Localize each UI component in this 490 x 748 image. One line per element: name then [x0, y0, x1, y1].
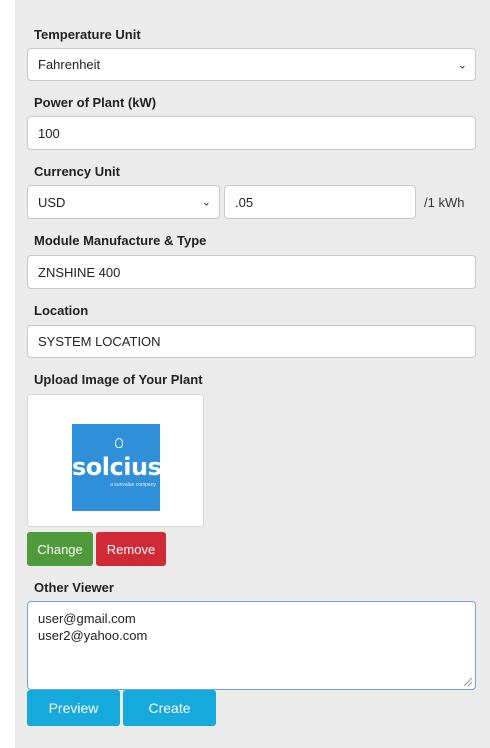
- currency-unit-label: Currency Unit: [34, 164, 120, 179]
- location-value: SYSTEM LOCATION: [38, 334, 161, 349]
- chevron-down-icon: ⌄: [201, 196, 211, 209]
- viewer-line: user@gmail.com: [38, 611, 136, 626]
- power-input[interactable]: 100: [27, 116, 476, 150]
- upload-label: Upload Image of Your Plant: [34, 372, 203, 387]
- temperature-unit-value: Fahrenheit: [38, 57, 101, 72]
- other-viewer-label: Other Viewer: [34, 580, 114, 595]
- module-input[interactable]: ZNSHINE 400: [27, 255, 476, 289]
- location-label: Location: [34, 303, 89, 318]
- preview-button[interactable]: Preview: [27, 690, 120, 726]
- resize-grip-icon[interactable]: [464, 678, 472, 686]
- currency-unit-value: USD: [38, 194, 66, 210]
- power-value: 100: [38, 125, 60, 141]
- remove-image-button[interactable]: Remove: [96, 532, 166, 566]
- temperature-unit-label: Temperature Unit: [34, 27, 141, 42]
- other-viewer-textarea[interactable]: user@gmail.com user2@yahoo.com: [27, 601, 476, 690]
- plant-logo-image: solcius a sunvalue company: [72, 424, 162, 511]
- location-input[interactable]: SYSTEM LOCATION: [27, 325, 476, 358]
- rate-suffix: /1 kWh: [424, 195, 465, 210]
- temperature-unit-select[interactable]: Fahrenheit ⌄: [27, 48, 476, 81]
- currency-unit-select[interactable]: USD ⌄: [27, 185, 220, 219]
- plant-image-preview: solcius a sunvalue company: [27, 394, 204, 527]
- power-label: Power of Plant (kW): [34, 95, 157, 110]
- logo-wordmark: solcius: [72, 453, 162, 481]
- bulb-icon: [115, 438, 123, 448]
- rate-input[interactable]: .05: [224, 185, 416, 219]
- module-label: Module Manufacture & Type: [34, 233, 207, 248]
- create-button[interactable]: Create: [123, 690, 216, 726]
- logo-tagline: a sunvalue company: [110, 482, 156, 488]
- viewer-line: user2@yahoo.com: [38, 628, 148, 643]
- change-image-button[interactable]: Change: [27, 532, 93, 566]
- module-value: ZNSHINE 400: [38, 264, 121, 280]
- rate-value: .05: [235, 194, 254, 210]
- chevron-down-icon: ⌄: [457, 59, 467, 71]
